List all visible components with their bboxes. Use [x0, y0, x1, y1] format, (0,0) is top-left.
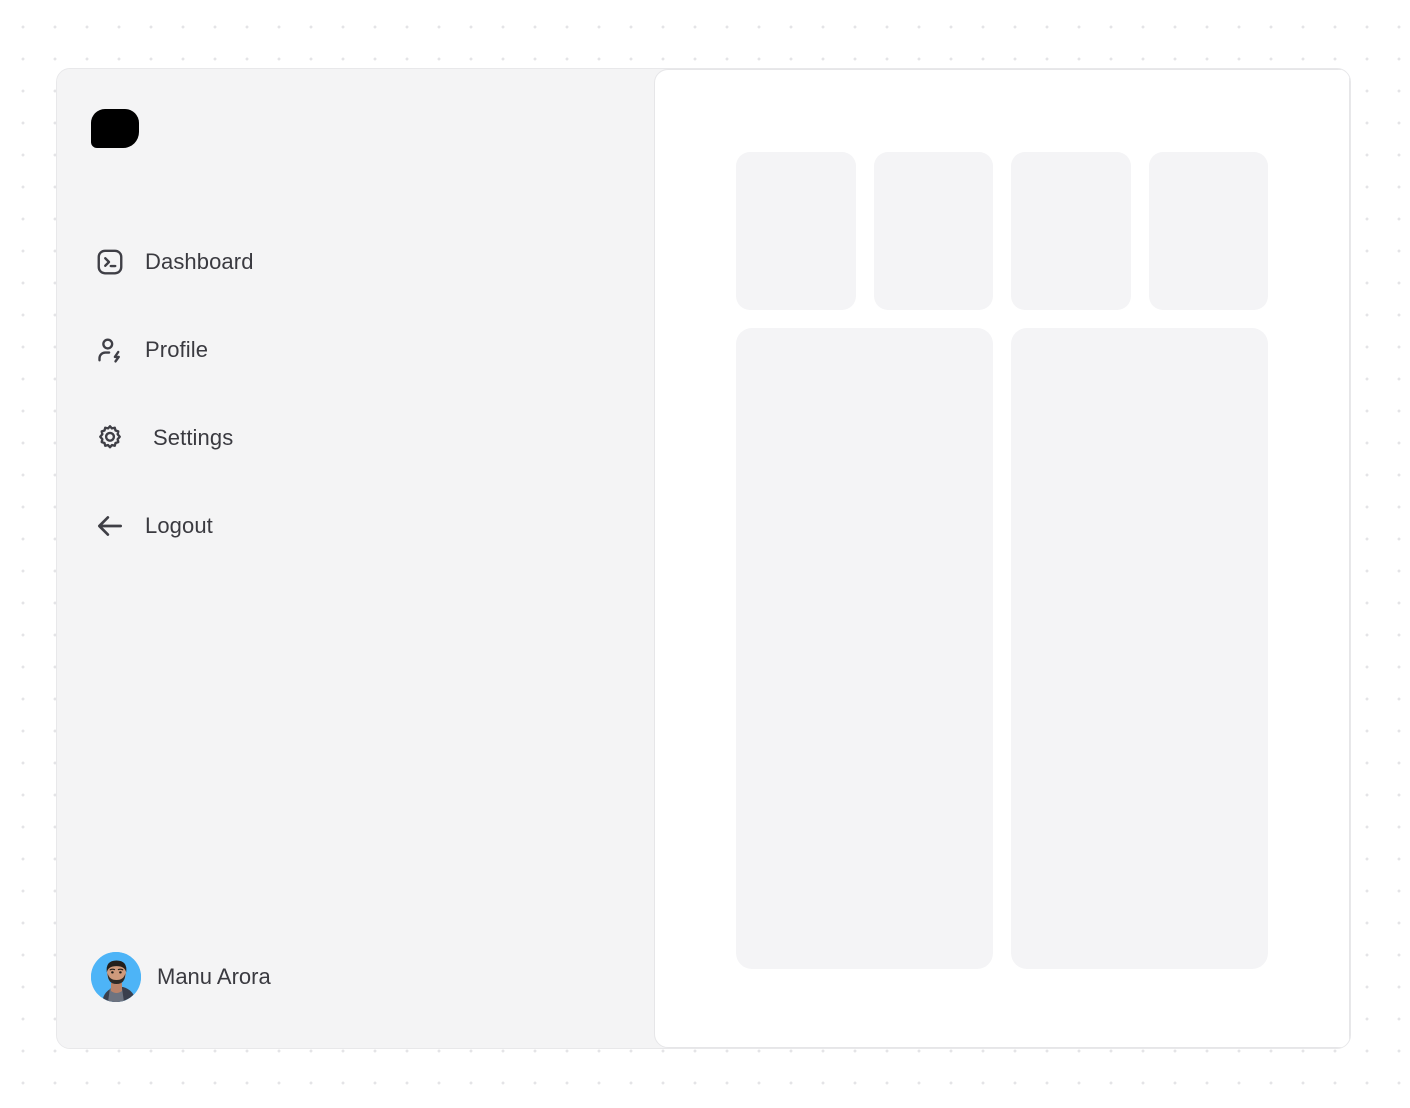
sidebar: Dashboard Profile Settings Logout Manu A…	[57, 69, 655, 1048]
user-bolt-icon	[91, 331, 129, 369]
app-shell: Dashboard Profile Settings Logout Manu A…	[56, 68, 1351, 1049]
gear-icon	[91, 419, 129, 457]
skeleton-panel-row	[736, 328, 1268, 969]
skeleton-loader-grid	[736, 152, 1268, 969]
avatar[interactable]	[91, 952, 141, 1002]
skeleton-card	[1011, 152, 1131, 310]
sidebar-item-label: Dashboard	[145, 249, 254, 274]
sidebar-item-label: Profile	[145, 337, 209, 362]
sidebar-item-dashboard[interactable]: Dashboard	[57, 239, 655, 285]
terminal-square-icon	[91, 243, 129, 281]
app-logo-icon[interactable]	[91, 109, 139, 148]
sidebar-user-profile[interactable]: Manu Arora	[91, 952, 271, 1002]
arrow-left-icon	[91, 507, 129, 545]
sidebar-item-logout[interactable]: Logout	[57, 503, 655, 549]
sidebar-item-label: Logout	[145, 513, 213, 538]
skeleton-stat-row	[736, 152, 1268, 310]
sidebar-item-label: Settings	[153, 425, 234, 450]
sidebar-item-profile[interactable]: Profile	[57, 327, 655, 373]
logo-container[interactable]	[57, 109, 655, 197]
skeleton-card	[736, 152, 856, 310]
sidebar-item-settings[interactable]: Settings	[57, 415, 655, 461]
skeleton-card	[873, 152, 993, 310]
sidebar-nav: Dashboard Profile Settings Logout	[57, 239, 655, 549]
skeleton-card	[1011, 328, 1268, 969]
main-content-panel	[654, 69, 1350, 1048]
skeleton-card	[736, 328, 993, 969]
skeleton-card	[1148, 152, 1268, 310]
user-name: Manu Arora	[157, 964, 271, 989]
